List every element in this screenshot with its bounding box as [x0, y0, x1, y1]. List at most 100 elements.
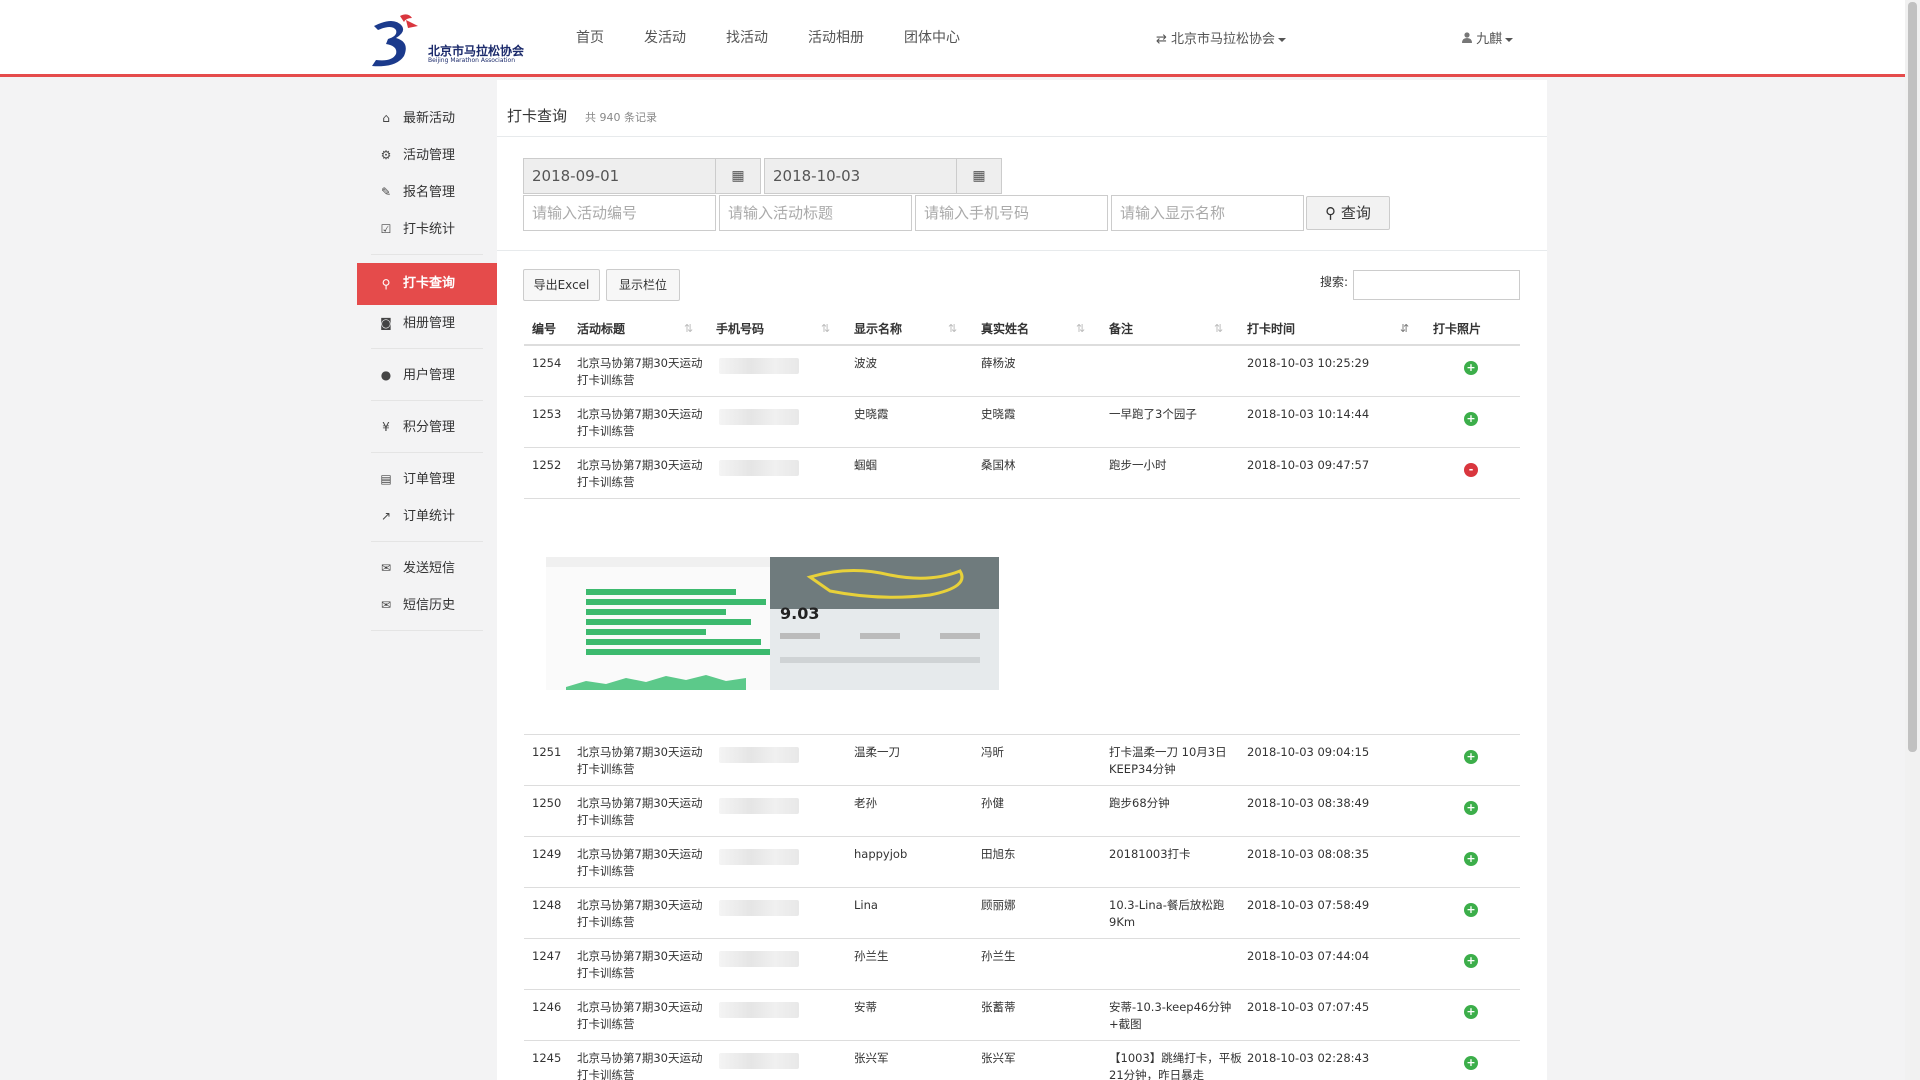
sidebar-item-checkin-stats[interactable]: ☑ 打卡统计	[357, 211, 497, 248]
cell-activity-title: 北京马协第7期30天运动打卡训练营	[577, 796, 703, 827]
sidebar-divider	[371, 400, 483, 401]
end-date-input[interactable]	[764, 158, 957, 194]
nav-create-activity[interactable]: 发活动	[624, 0, 706, 77]
sort-icon[interactable]: ⇅	[821, 312, 830, 346]
nav-activity-album[interactable]: 活动相册	[788, 0, 884, 77]
sort-icon[interactable]: ⇅	[1214, 312, 1223, 346]
table-row[interactable]: 1249 北京马协第7期30天运动打卡训练营 happyjob 田旭东 20181003…	[524, 837, 1520, 888]
col-header-id[interactable]: 编号	[532, 312, 556, 346]
table-row[interactable]: 1247 北京马协第7期30天运动打卡训练营 孙兰生 孙兰生 2018-10-03 07…	[524, 939, 1520, 990]
table-row[interactable]: 1246 北京马协第7期30天运动打卡训练营 安蒂 张蓄蒂 安蒂-10.3-keep46…	[524, 990, 1520, 1041]
sidebar-item-sms-history[interactable]: ✉ 短信历史	[357, 587, 497, 624]
nav-find-activity[interactable]: 找活动	[706, 0, 788, 77]
cell-real-name: 孙兰生	[981, 949, 1016, 963]
expand-photo-icon[interactable]: +	[1464, 750, 1478, 764]
end-date-calendar-button[interactable]: ▦	[956, 158, 1002, 194]
activity-title-input[interactable]	[719, 195, 912, 231]
home-icon: ⌂	[382, 111, 390, 125]
activity-id-input[interactable]	[523, 195, 716, 231]
sort-icon[interactable]: ⇅	[948, 312, 957, 346]
brand-logo[interactable]: 北京市马拉松协会 Beijing Marathon Association	[366, 12, 536, 72]
cell-activity-title: 北京马协第7期30天运动打卡训练营	[577, 458, 703, 489]
filter-divider	[497, 250, 1547, 251]
checkin-photo-map[interactable]: 9.03	[770, 557, 999, 690]
display-name-input[interactable]	[1111, 195, 1304, 231]
table-row[interactable]: 1245 北京马协第7期30天运动打卡训练营 张兴军 张兴军 【1003】跳绳打卡，平板…	[524, 1041, 1520, 1080]
col-header-checkin-time[interactable]: 打卡时间	[1247, 312, 1295, 346]
col-header-checkin-photo[interactable]: 打卡照片	[1433, 312, 1481, 346]
calendar-icon: ▦	[972, 168, 986, 184]
sidebar-item-send-sms[interactable]: ✉ 发送短信	[357, 550, 497, 587]
cell-id: 1249	[532, 847, 562, 861]
table-search-input[interactable]	[1353, 270, 1520, 300]
expand-photo-icon[interactable]: +	[1464, 1005, 1478, 1019]
expand-photo-icon[interactable]: +	[1464, 852, 1478, 866]
sidebar-item-signup-management[interactable]: ✎ 报名管理	[357, 174, 497, 211]
table-row[interactable]: 1252 北京马协第7期30天运动打卡训练营 蝈蝈 桑国林 跑步一小时 2018-10-0…	[524, 448, 1520, 499]
marathon-logo-icon	[372, 14, 418, 67]
expand-photo-icon[interactable]: +	[1464, 954, 1478, 968]
page-scrollbar[interactable]	[1905, 0, 1920, 1080]
user-name: 九麒	[1476, 32, 1503, 47]
sidebar-item-activity-management[interactable]: ⚙ 活动管理	[357, 137, 497, 174]
record-count: 共 940 条记录	[585, 111, 657, 124]
sidebar-item-order-management[interactable]: ▤ 订单管理	[357, 461, 497, 498]
phone-input[interactable]	[915, 195, 1108, 231]
table-row[interactable]: 1254 北京马协第7期30天运动打卡训练营 波波 薛杨波 2018-10-03 10:…	[524, 346, 1520, 397]
expand-photo-icon[interactable]: +	[1464, 412, 1478, 426]
query-button[interactable]: ⚲ 查询	[1306, 196, 1390, 230]
start-date-input[interactable]	[523, 158, 716, 194]
org-switcher[interactable]: ⇄ 北京市马拉松协会	[1156, 28, 1287, 47]
table-row[interactable]: 1253 北京马协第7期30天运动打卡训练营 史晓霞 史晓霞 一早跑了3个园子 2018-…	[524, 397, 1520, 448]
file-icon: ▤	[380, 472, 392, 486]
cell-id: 1247	[532, 949, 562, 963]
cell-id: 1254	[532, 356, 562, 370]
start-date-calendar-button[interactable]: ▦	[715, 158, 761, 194]
export-excel-button[interactable]: 导出Excel	[523, 269, 600, 301]
collapse-photo-icon[interactable]: -	[1464, 463, 1478, 477]
table-row[interactable]: 1248 北京马协第7期30天运动打卡训练营 Lina 顾丽娜 10.3-Lina-餐后…	[524, 888, 1520, 939]
cell-checkin-time: 2018-10-03 07:44:04	[1247, 949, 1370, 963]
cell-activity-title: 北京马协第7期30天运动打卡训练营	[577, 949, 703, 980]
sort-desc-icon[interactable]: ⇵	[1400, 312, 1409, 346]
col-header-phone[interactable]: 手机号码	[716, 312, 764, 346]
cell-checkin-time: 2018-10-03 10:14:44	[1247, 407, 1370, 421]
show-columns-button[interactable]: 显示栏位	[606, 269, 680, 301]
nav-group-center[interactable]: 团体中心	[884, 0, 980, 77]
sidebar-item-checkin-query[interactable]: ⚲ 打卡查询	[357, 263, 505, 305]
sidebar-item-label: 发送短信	[403, 561, 456, 576]
expand-photo-icon[interactable]: +	[1464, 1056, 1478, 1070]
user-menu[interactable]: 九麒	[1462, 28, 1514, 47]
sidebar-item-album-management[interactable]: ◙ 相册管理	[357, 305, 497, 342]
sidebar-item-points-management[interactable]: ¥ 积分管理	[357, 409, 497, 446]
gear-icon: ⚙	[380, 148, 392, 162]
cell-real-name: 张蓄蒂	[981, 1000, 1016, 1014]
cell-id: 1248	[532, 898, 562, 912]
expand-photo-icon[interactable]: +	[1464, 361, 1478, 375]
cell-note: 10.3-Lina-餐后放松跑9Km	[1109, 898, 1225, 929]
table-row[interactable]: 1250 北京马协第7期30天运动打卡训练营 老孙 孙健 跑步68分钟 2018-10-0…	[524, 786, 1520, 837]
col-header-activity-title[interactable]: 活动标题	[577, 312, 625, 346]
scrollbar-thumb[interactable]	[1908, 2, 1917, 752]
photo-distance-text: 9.03	[780, 604, 819, 623]
sidebar-item-label: 打卡查询	[403, 276, 456, 291]
col-header-real-name[interactable]: 真实姓名	[981, 312, 1029, 346]
col-header-note[interactable]: 备注	[1109, 312, 1133, 346]
table-row[interactable]: 1251 北京马协第7期30天运动打卡训练营 温柔一刀 冯昕 打卡温柔一刀 10月3日 …	[524, 735, 1520, 786]
cell-phone-redacted	[719, 900, 799, 916]
sort-icon[interactable]: ⇅	[1076, 312, 1085, 346]
cell-phone-redacted	[719, 849, 799, 865]
table-header: 编号 活动标题 ⇅ 手机号码 ⇅ 显示名称 ⇅ 真实姓名 ⇅ 备注 ⇅ 打卡时间…	[524, 312, 1520, 346]
sidebar-item-latest-activity[interactable]: ⌂ 最新活动	[357, 100, 497, 137]
nav-home[interactable]: 首页	[556, 0, 624, 77]
sidebar-item-order-stats[interactable]: ↗ 订单统计	[357, 498, 497, 535]
content-panel: 打卡查询 共 940 条记录 ▦ ▦ ⚲ 查询 导出Excel 显示栏位 搜索:…	[497, 80, 1547, 1080]
sort-icon[interactable]: ⇅	[684, 312, 693, 346]
edit-icon: ✎	[380, 185, 392, 199]
sidebar-item-user-management[interactable]: ● 用户管理	[357, 357, 497, 394]
checkin-photo-chart[interactable]	[546, 557, 775, 690]
expand-photo-icon[interactable]: +	[1464, 801, 1478, 815]
main-nav: 首页 发活动 找活动 活动相册 团体中心	[556, 0, 980, 77]
expand-photo-icon[interactable]: +	[1464, 903, 1478, 917]
col-header-display-name[interactable]: 显示名称	[854, 312, 902, 346]
